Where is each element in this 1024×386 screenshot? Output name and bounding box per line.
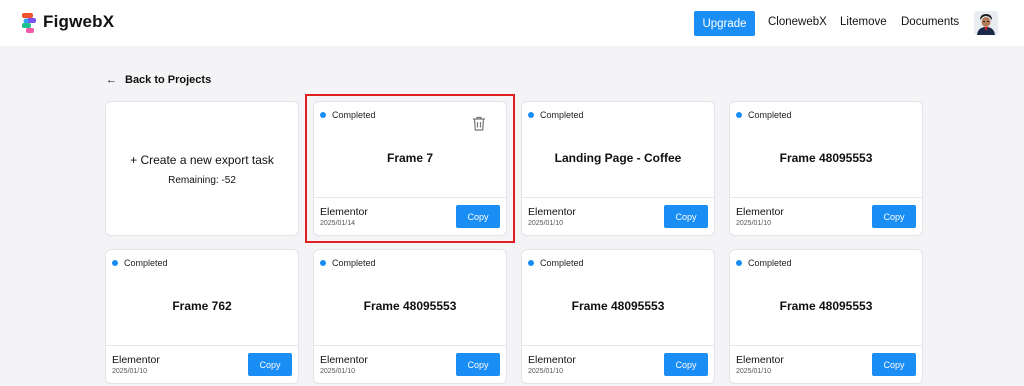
date-label: 2025/01/10 — [736, 220, 772, 227]
card-title: Frame 48095553 — [779, 299, 873, 313]
date-label: 2025/01/10 — [528, 368, 564, 375]
platform-label: Elementor — [736, 354, 784, 366]
nav-clonewebx[interactable]: ClonewebX — [768, 16, 827, 28]
platform-label: Elementor — [736, 206, 784, 218]
copy-button[interactable]: Copy — [664, 353, 708, 376]
status-badge: Completed — [112, 258, 168, 268]
status-dot-icon — [736, 260, 742, 266]
copy-button[interactable]: Copy — [456, 353, 500, 376]
nav-documents[interactable]: Documents — [901, 16, 959, 28]
project-card[interactable]: Completed Frame 762 Elementor 2025/01/10… — [105, 249, 299, 384]
platform-label: Elementor — [528, 354, 576, 366]
card-footer: Elementor 2025/01/10 Copy — [522, 345, 714, 383]
platform-label: Elementor — [528, 206, 576, 218]
copy-button[interactable]: Copy — [664, 205, 708, 228]
card-title: Frame 7 — [386, 151, 434, 165]
date-label: 2025/01/10 — [112, 368, 148, 375]
card-title: Frame 48095553 — [363, 299, 457, 313]
card-title: Frame 48095553 — [571, 299, 665, 313]
date-label: 2025/01/10 — [320, 368, 356, 375]
copy-button[interactable]: Copy — [456, 205, 500, 228]
avatar-image-icon — [974, 11, 998, 35]
status-dot-icon — [320, 112, 326, 118]
top-header: FigwebX Upgrade ClonewebX Litemove Docum… — [0, 0, 1024, 46]
platform-label: Elementor — [320, 206, 368, 218]
status-label: Completed — [540, 110, 584, 120]
status-label: Completed — [748, 110, 792, 120]
project-card[interactable]: Completed Frame 48095553 Elementor 2025/… — [729, 249, 923, 384]
status-label: Completed — [332, 258, 376, 268]
user-avatar[interactable] — [974, 11, 998, 35]
platform-label: Elementor — [112, 354, 160, 366]
project-card[interactable]: Completed Frame 48095553 Elementor 2025/… — [521, 249, 715, 384]
card-footer: Elementor 2025/01/14 Copy — [314, 197, 506, 235]
project-card[interactable]: Completed Frame 48095553 Elementor 2025/… — [313, 249, 507, 384]
back-to-projects-label: Back to Projects — [125, 74, 212, 86]
status-badge: Completed — [736, 258, 792, 268]
card-title: Landing Page - Coffee — [554, 151, 682, 165]
card-footer: Elementor 2025/01/10 Copy — [522, 197, 714, 235]
card-title: Frame 762 — [172, 299, 232, 313]
status-badge: Completed — [736, 110, 792, 120]
card-title: Frame 48095553 — [779, 151, 873, 165]
status-dot-icon — [736, 112, 742, 118]
nav-litemove[interactable]: Litemove — [840, 16, 887, 28]
create-export-task-card[interactable]: + Create a new export task Remaining: -5… — [105, 101, 299, 236]
remaining-count: Remaining: -52 — [168, 175, 236, 186]
status-dot-icon — [320, 260, 326, 266]
create-export-task-label: + Create a new export task — [130, 153, 274, 167]
card-footer: Elementor 2025/01/10 Copy — [730, 197, 922, 235]
status-dot-icon — [112, 260, 118, 266]
date-label: 2025/01/10 — [528, 220, 564, 227]
date-label: 2025/01/10 — [736, 368, 772, 375]
project-card[interactable]: Completed Frame 48095553 Elementor 2025/… — [729, 101, 923, 236]
brand-name[interactable]: FigwebX — [43, 12, 114, 32]
project-card[interactable]: Completed Frame 7 Elementor 2025/01/14 C… — [313, 101, 507, 236]
status-label: Completed — [748, 258, 792, 268]
status-label: Completed — [540, 258, 584, 268]
status-badge: Completed — [320, 258, 376, 268]
figwebx-logo-icon[interactable] — [22, 13, 38, 33]
status-dot-icon — [528, 260, 534, 266]
trash-icon[interactable] — [472, 116, 486, 131]
copy-button[interactable]: Copy — [872, 353, 916, 376]
status-label: Completed — [332, 110, 376, 120]
status-badge: Completed — [528, 110, 584, 120]
status-badge: Completed — [528, 258, 584, 268]
status-badge: Completed — [320, 110, 376, 120]
card-footer: Elementor 2025/01/10 Copy — [314, 345, 506, 383]
status-dot-icon — [528, 112, 534, 118]
project-card[interactable]: Completed Landing Page - Coffee Elemento… — [521, 101, 715, 236]
card-footer: Elementor 2025/01/10 Copy — [730, 345, 922, 383]
platform-label: Elementor — [320, 354, 368, 366]
status-label: Completed — [124, 258, 168, 268]
card-footer: Elementor 2025/01/10 Copy — [106, 345, 298, 383]
copy-button[interactable]: Copy — [248, 353, 292, 376]
arrow-left-icon: ← — [106, 74, 117, 86]
upgrade-button[interactable]: Upgrade — [694, 11, 755, 36]
copy-button[interactable]: Copy — [872, 205, 916, 228]
date-label: 2025/01/14 — [320, 220, 356, 227]
back-to-projects-link[interactable]: ← Back to Projects — [106, 74, 211, 86]
